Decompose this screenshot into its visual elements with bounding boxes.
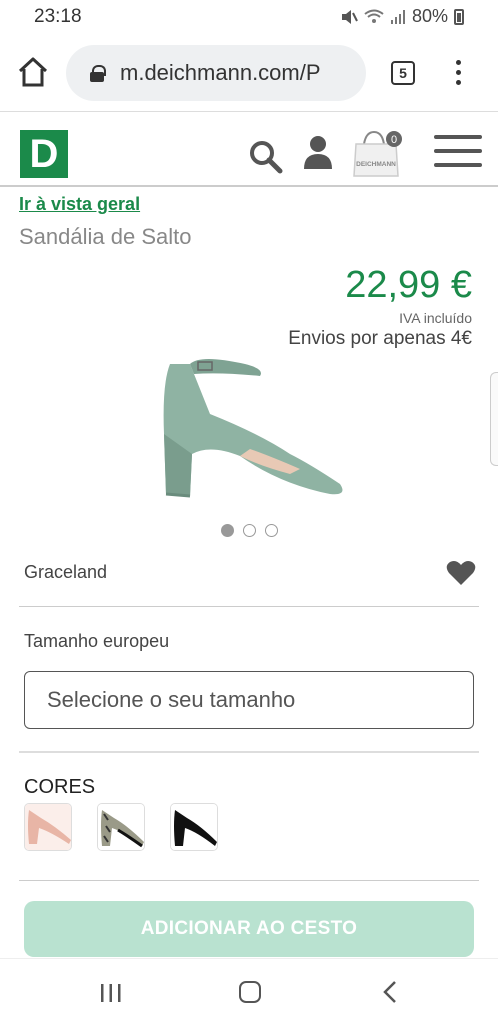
divider [19,880,479,881]
address-bar[interactable]: m.deichmann.com/P [66,45,366,101]
battery-icon [454,8,464,25]
system-navigation-bar [0,958,498,1024]
url-text: m.deichmann.com/P [120,60,321,85]
brand-name: Graceland [24,562,108,582]
lock-icon [90,65,106,82]
color-swatch-nude[interactable] [24,803,72,851]
status-icons: 80% [340,6,464,27]
image-carousel-dots [221,524,278,537]
divider [19,751,479,753]
bag-brand-text: DEICHMANN [356,161,396,168]
battery-level: 80% [411,6,448,26]
divider [19,606,479,607]
mute-icon [341,9,358,24]
product-price: 22,99 € [345,264,472,306]
color-swatch-snake[interactable] [97,803,145,851]
colors-label: CORES [24,776,96,798]
shopping-bag-icon[interactable]: DEICHMANN 0 [352,130,404,178]
carousel-dot[interactable] [221,524,234,537]
add-to-cart-button[interactable]: ADICIONAR AO CESTO [24,901,474,957]
size-label: Tamanho europeu [24,631,170,651]
status-time: 23:18 [34,6,82,27]
deichmann-logo[interactable]: D [20,130,68,178]
home-icon[interactable] [16,55,50,89]
site-header: D DEICHMANN 0 [0,112,498,187]
snake-print-icon [98,804,144,850]
carousel-dot[interactable] [243,524,256,537]
color-swatch-black[interactable] [170,803,218,851]
product-title: Sandália de Salto [19,224,192,249]
account-icon[interactable] [302,134,334,170]
size-select[interactable]: Selecione o seu tamanho [24,671,474,729]
vat-note: IVA incluído [399,310,472,326]
carousel-dot[interactable] [265,524,278,537]
nude-icon [25,804,71,850]
back-nav-icon[interactable] [380,980,400,1004]
browser-menu-icon[interactable] [454,60,462,88]
back-to-overview-link[interactable]: Ir à vista geral [19,194,140,215]
wishlist-heart-icon[interactable] [446,560,476,586]
status-bar: 23:18 80% [0,0,498,34]
black-icon [171,804,217,850]
product-image[interactable] [150,344,350,514]
bag-count: 0 [391,134,397,146]
hamburger-menu-icon[interactable] [434,135,482,169]
browser-toolbar: m.deichmann.com/P 5 [0,34,498,112]
search-icon[interactable] [247,138,283,174]
side-drawer-handle[interactable] [490,372,498,466]
wifi-icon [364,9,384,23]
signal-icon [390,9,405,24]
recent-apps-icon[interactable] [99,983,123,1003]
home-nav-icon[interactable] [239,981,261,1003]
tab-switcher-button[interactable]: 5 [391,61,415,85]
